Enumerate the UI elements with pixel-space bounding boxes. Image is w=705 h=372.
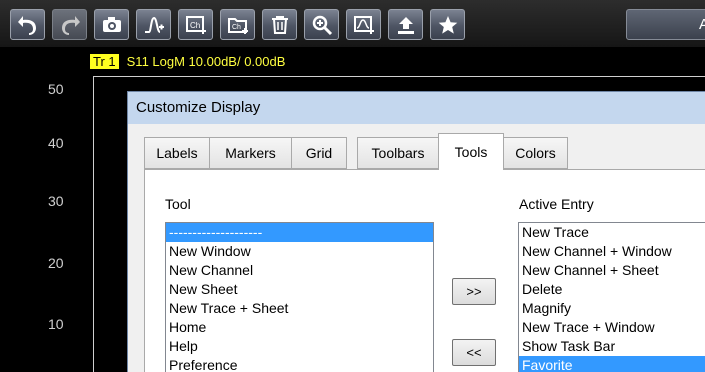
add-entry-button[interactable]: >> xyxy=(452,278,496,305)
tool-column-label: Tool xyxy=(165,196,191,212)
trace-id-badge: Tr 1 xyxy=(90,54,119,69)
active-entry-listbox[interactable]: New Trace New Channel + Window New Chann… xyxy=(518,222,705,372)
list-item[interactable]: New Channel xyxy=(166,261,433,280)
tab-markers[interactable]: Markers xyxy=(209,137,292,169)
redo-button[interactable] xyxy=(52,9,87,40)
list-item[interactable]: New Channel + Sheet xyxy=(519,261,705,280)
new-channel-sheet-icon: Ch xyxy=(227,17,248,34)
list-item[interactable]: -------------------- xyxy=(166,223,433,242)
active-entry-column-label: Active Entry xyxy=(519,196,594,212)
list-item[interactable]: Help xyxy=(166,337,433,356)
toolbar: Ch Ch A xyxy=(0,0,705,48)
svg-text:Ch: Ch xyxy=(190,21,200,30)
delete-button[interactable] xyxy=(262,9,297,40)
list-item[interactable]: Home xyxy=(166,318,433,337)
tool-listbox[interactable]: -------------------- New Window New Chan… xyxy=(165,222,434,372)
list-item[interactable]: New Trace xyxy=(519,223,705,242)
list-item[interactable]: Preference xyxy=(166,356,433,372)
y-tick-label: 10 xyxy=(48,316,64,332)
new-trace-icon xyxy=(144,16,164,33)
toolbar-wide-button[interactable]: A xyxy=(626,9,705,40)
tab-tools[interactable]: Tools xyxy=(438,133,504,170)
undo-button[interactable] xyxy=(10,9,45,40)
new-channel-button[interactable]: Ch xyxy=(178,9,213,40)
favorite-button[interactable] xyxy=(430,9,465,40)
trace-description: S11 LogM 10.00dB/ 0.00dB xyxy=(126,54,286,69)
trace-label[interactable]: Tr 1 S11 LogM 10.00dB/ 0.00dB xyxy=(90,54,285,69)
new-trace-window-button[interactable] xyxy=(346,9,381,40)
star-icon xyxy=(438,15,457,34)
screenshot-button[interactable] xyxy=(94,9,129,40)
magnify-icon xyxy=(312,15,332,35)
tools-tab-panel: Tool Active Entry -------------------- N… xyxy=(144,169,705,372)
redo-icon xyxy=(61,15,80,35)
new-channel-icon: Ch xyxy=(185,15,206,34)
list-item[interactable]: New Trace + Window xyxy=(519,318,705,337)
new-trace-window-icon xyxy=(353,15,374,34)
tab-toolbars[interactable]: Toolbars xyxy=(357,137,439,169)
upload-icon xyxy=(397,16,414,34)
list-item[interactable]: Delete xyxy=(519,280,705,299)
tab-colors[interactable]: Colors xyxy=(503,137,568,169)
y-tick-label: 20 xyxy=(48,255,64,271)
upload-button[interactable] xyxy=(388,9,423,40)
toolbar-wide-label: A xyxy=(698,16,705,33)
dialog-title: Customize Display xyxy=(128,92,705,124)
customize-display-dialog: Customize Display Labels Markers Grid To… xyxy=(127,91,705,372)
list-item[interactable]: New Sheet xyxy=(166,280,433,299)
tab-grid[interactable]: Grid xyxy=(291,137,347,169)
y-tick-label: 40 xyxy=(48,135,64,151)
new-trace-button[interactable] xyxy=(136,9,171,40)
svg-text:Ch: Ch xyxy=(232,24,241,31)
new-channel-sheet-button[interactable]: Ch xyxy=(220,9,255,40)
camera-icon xyxy=(102,16,121,32)
y-tick-label: 30 xyxy=(48,193,64,209)
undo-icon xyxy=(17,15,36,35)
list-item[interactable]: Magnify xyxy=(519,299,705,318)
magnify-button[interactable] xyxy=(304,9,339,40)
tab-labels[interactable]: Labels xyxy=(144,137,210,169)
y-tick-label: 50 xyxy=(48,81,64,97)
list-item[interactable]: New Trace + Sheet xyxy=(166,299,433,318)
remove-entry-button[interactable]: << xyxy=(452,339,496,366)
list-item[interactable]: Favorite xyxy=(519,356,705,372)
list-item[interactable]: New Channel + Window xyxy=(519,242,705,261)
list-item[interactable]: New Window xyxy=(166,242,433,261)
list-item[interactable]: Show Task Bar xyxy=(519,337,705,356)
trash-icon xyxy=(271,15,288,34)
